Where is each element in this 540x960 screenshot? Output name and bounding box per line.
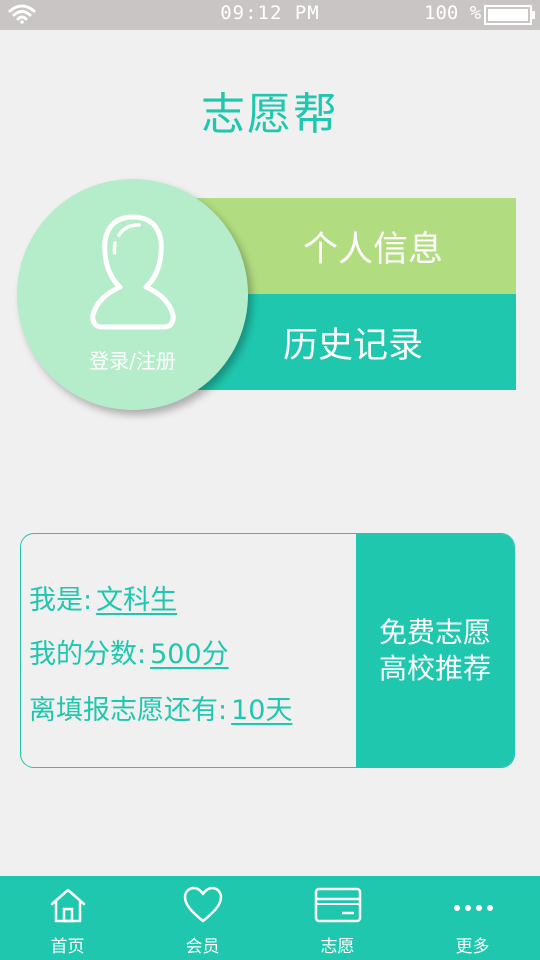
cta-line2: 高校推荐 [378, 651, 491, 685]
tab-more[interactable]: 更多 [405, 876, 540, 960]
student-type-value[interactable]: 文科生 [92, 585, 187, 616]
cta-line1: 免费志愿 [378, 615, 491, 649]
more-icon [453, 905, 493, 911]
battery-percent: 100 % [424, 2, 482, 24]
history-label: 历史记录 [282, 325, 423, 366]
battery-icon [484, 5, 535, 25]
score-value[interactable]: 500分 [146, 639, 239, 670]
login-register-label: 登录/注册 [89, 349, 176, 373]
student-type-label: 我是: [29, 585, 93, 616]
login-register-button[interactable]: 登录/注册 [17, 179, 248, 410]
free-recommendation-button[interactable]: 免费志愿 高校推荐 [356, 534, 514, 767]
bottom-tab-bar: 首页 会员 志愿 更多 [0, 876, 540, 960]
score-label: 我的分数: [29, 639, 147, 670]
user-avatar-icon [90, 214, 176, 330]
tab-volunteer[interactable]: 志愿 [270, 876, 405, 960]
heart-icon [183, 886, 222, 923]
tab-home-label: 首页 [50, 937, 85, 957]
page-title: 志愿帮 [201, 89, 339, 140]
home-icon [50, 888, 85, 923]
score-row: 我的分数: 500分 [29, 632, 239, 671]
countdown-value[interactable]: 10天 [227, 695, 302, 726]
status-bar: 09:12 PM 100 % [0, 0, 540, 30]
personal-info-label: 个人信息 [302, 229, 443, 270]
countdown-row: 离填报志愿还有: 10天 [29, 688, 302, 727]
countdown-label: 离填报志愿还有: [29, 695, 228, 726]
info-card: 我是: 文科生 我的分数: 500分 离填报志愿还有: 10天 免费志愿 高校推荐 [20, 533, 515, 768]
card-icon [314, 887, 361, 923]
tab-more-label: 更多 [455, 937, 490, 957]
tab-member[interactable]: 会员 [135, 876, 270, 960]
tab-volunteer-label: 志愿 [320, 937, 355, 957]
student-type-row: 我是: 文科生 [29, 578, 187, 617]
tab-home[interactable]: 首页 [0, 876, 135, 960]
tab-member-label: 会员 [185, 937, 220, 957]
